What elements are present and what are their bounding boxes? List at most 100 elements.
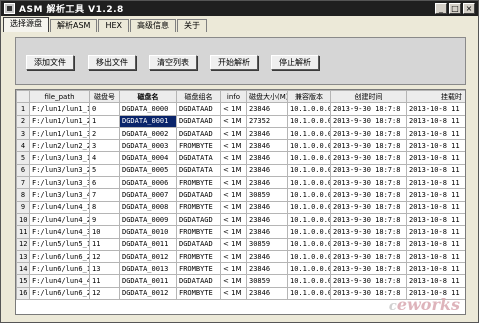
table-cell: 6 xyxy=(89,176,120,190)
table-row[interactable]: 7 F:/lun3/lun3_3 6 DGDATA_0006 FROMBYTE < 1M 2… xyxy=(16,176,465,190)
tab-hex[interactable]: HEX xyxy=(98,19,130,32)
table-cell: F:/lun6/lun6_13 xyxy=(29,262,90,276)
table-cell: DGDATA_0006 xyxy=(119,176,177,190)
table-cell: DGDATAAD xyxy=(176,274,221,288)
row-number[interactable]: 5 xyxy=(16,151,30,165)
maximize-button[interactable]: □ xyxy=(449,3,461,14)
column-header[interactable]: 磁盘名 xyxy=(119,90,177,104)
table-cell: F:/lun1/lun1_3 xyxy=(29,126,90,141)
table-cell: DGDATA_0002 xyxy=(119,126,177,141)
table-row[interactable]: 4 F:/lun2/lun2_2 3 DGDATA_0003 FROMBYTE < 1M 2… xyxy=(16,139,465,153)
table-cell: 23846 xyxy=(246,126,288,141)
column-header[interactable]: file_path xyxy=(29,90,90,104)
table-cell: DGDATAAD xyxy=(176,114,221,128)
table-cell: 2013-9-30 18:7:8 xyxy=(330,237,407,251)
table-row[interactable]: 8 F:/lun3/lun3_4 7 DGDATA_0007 DGDATAAD < 1M 3… xyxy=(16,188,465,202)
row-number[interactable]: 7 xyxy=(16,176,30,190)
table-cell: 23846 xyxy=(246,212,288,227)
table-row[interactable]: 5 F:/lun3/lun3_1 4 DGDATA_0004 DGDATATA < 1M 2… xyxy=(16,151,465,165)
table-cell: 2013-10-8 11 xyxy=(406,151,465,165)
table-cell: 2013-9-30 18:7:8 xyxy=(330,114,407,128)
column-header[interactable]: 挂载时 xyxy=(406,90,465,104)
table-cell: < 1M xyxy=(220,212,247,227)
table-row[interactable]: 14 F:/lun6/lun6_13 13 DGDATA_0013 FROMBYTE < … xyxy=(16,262,465,276)
tab-advanced-info[interactable]: 高级信息 xyxy=(130,19,177,32)
row-number[interactable]: 10 xyxy=(16,212,30,227)
table-cell: DGDATA_0011 xyxy=(119,237,177,251)
table-cell: FROMBYTE xyxy=(176,225,221,239)
table-cell: F:/lun3/lun3_4 xyxy=(29,188,90,202)
table-cell: 10.1.0.0.0 xyxy=(287,225,331,239)
title-bar: ASM 解析工具 V1.2.8 _ □ × xyxy=(1,1,478,16)
table-cell: DGDATA_0003 xyxy=(119,139,177,153)
table-row[interactable]: 3 F:/lun1/lun1_3 2 DGDATA_0002 DGDATAAD < 1M 2… xyxy=(16,126,465,141)
row-number[interactable]: 15 xyxy=(16,274,30,288)
row-number[interactable]: 6 xyxy=(16,163,30,178)
minimize-button[interactable]: _ xyxy=(435,3,447,14)
row-number[interactable]: 16 xyxy=(16,286,30,301)
table-cell: F:/lun4/lun4_2 xyxy=(29,212,90,227)
table-cell: 10.1.0.0.0 xyxy=(287,188,331,202)
table-row[interactable]: 11 F:/lun4/lun4_3 10 DGDATA_0010 FROMBYTE < 1… xyxy=(16,225,465,239)
clear-list-button[interactable]: 清空列表 xyxy=(149,55,197,70)
close-button[interactable]: × xyxy=(463,3,475,14)
row-number[interactable]: 4 xyxy=(16,139,30,153)
table-cell: 2 xyxy=(89,126,120,141)
table-cell: 23846 xyxy=(246,151,288,165)
table-row[interactable]: 2 F:/lun1/lun1_2 1 DGDATA_0001 DGDATAAD < 1M 2… xyxy=(16,114,465,128)
column-header[interactable]: 兼容版本 xyxy=(287,90,331,104)
table-cell: 2013-9-30 18:7:8 xyxy=(330,102,407,116)
table-cell: < 1M xyxy=(220,200,247,214)
row-number[interactable]: 11 xyxy=(16,225,30,239)
tab-parse-asm[interactable]: 解析ASM xyxy=(50,19,98,32)
stop-parse-button[interactable]: 停止解析 xyxy=(271,55,319,70)
table-row[interactable]: 13 F:/lun6/lun6_2 12 DGDATA_0012 FROMBYTE < 1… xyxy=(16,249,465,264)
table-row[interactable]: 1 F:/lun1/lun1_1 0 DGDATA_0000 DGDATAAD < 1M 2… xyxy=(16,102,465,116)
column-header[interactable]: 磁盘组名 xyxy=(176,90,221,104)
remove-file-button[interactable]: 移出文件 xyxy=(88,55,136,70)
column-header[interactable]: info xyxy=(220,90,247,104)
row-number[interactable]: 2 xyxy=(16,114,30,128)
table-cell: 10.1.0.0.0 xyxy=(287,163,331,178)
table-cell: FROMBYTE xyxy=(176,249,221,264)
table-cell: < 1M xyxy=(220,225,247,239)
table-cell: DGDATA_0008 xyxy=(119,200,177,214)
table-cell: 27352 xyxy=(246,114,288,128)
table-cell: F:/lun1/lun1_1 xyxy=(29,102,90,116)
add-file-button[interactable]: 添加文件 xyxy=(26,55,74,70)
table-cell: F:/lun1/lun1_2 xyxy=(29,114,90,128)
row-number[interactable]: 1 xyxy=(16,102,30,116)
row-number[interactable]: 14 xyxy=(16,262,30,276)
table-cell: F:/lun3/lun3_3 xyxy=(29,176,90,190)
start-parse-button[interactable]: 开始解析 xyxy=(210,55,258,70)
table-row[interactable]: 9 F:/lun4/lun4_1 8 DGDATA_0008 FROMBYTE < 1M 2… xyxy=(16,200,465,214)
disk-table[interactable]: file_path 磁盘号 磁盘名 磁盘组名 info 磁盘大小(M) 兼容版本… xyxy=(15,89,466,315)
table-cell: 10.1.0.0.0 xyxy=(287,102,331,116)
row-number[interactable]: 3 xyxy=(16,126,30,141)
table-row[interactable]: 12 F:/lun5/lun5_1 11 DGDATA_0011 DGDATAAD < 1… xyxy=(16,237,465,251)
table-cell: DGDATATA xyxy=(176,163,221,178)
table-cell: 10.1.0.0.0 xyxy=(287,262,331,276)
app-icon xyxy=(4,3,15,14)
table-row[interactable]: 6 F:/lun3/lun3_2 5 DGDATA_0005 DGDATATA < 1M 2… xyxy=(16,163,465,178)
table-cell: 2013-10-8 11 xyxy=(406,176,465,190)
table-cell: F:/lun3/lun3_2 xyxy=(29,163,90,178)
table-cell: 10.1.0.0.0 xyxy=(287,126,331,141)
row-number[interactable]: 12 xyxy=(16,237,30,251)
table-cell: 10.1.0.0.0 xyxy=(287,212,331,227)
table-cell: DGDATAAD xyxy=(176,188,221,202)
row-number[interactable]: 13 xyxy=(16,249,30,264)
row-number[interactable]: 9 xyxy=(16,200,30,214)
tab-about[interactable]: 关于 xyxy=(177,19,208,32)
table-cell: 3 xyxy=(89,139,120,153)
tab-select-source[interactable]: 选择源盘 xyxy=(3,17,49,32)
row-number[interactable]: 8 xyxy=(16,188,30,202)
table-cell: 4 xyxy=(89,151,120,165)
table-cell: DGDATA_0000 xyxy=(119,102,177,116)
column-header[interactable]: 磁盘大小(M) xyxy=(246,90,288,104)
column-header[interactable]: 磁盘号 xyxy=(89,90,120,104)
table-row[interactable]: 10 F:/lun4/lun4_2 9 DGDATA_0009 DGDATAGD < 1M… xyxy=(16,212,465,227)
table-cell: 10.1.0.0.0 xyxy=(287,176,331,190)
table-row[interactable]: 15 F:/lun4/lun4_4 11 DGDATA_0011 DGDATAAD < 1… xyxy=(16,274,465,288)
column-header[interactable]: 创建时间 xyxy=(330,90,407,104)
